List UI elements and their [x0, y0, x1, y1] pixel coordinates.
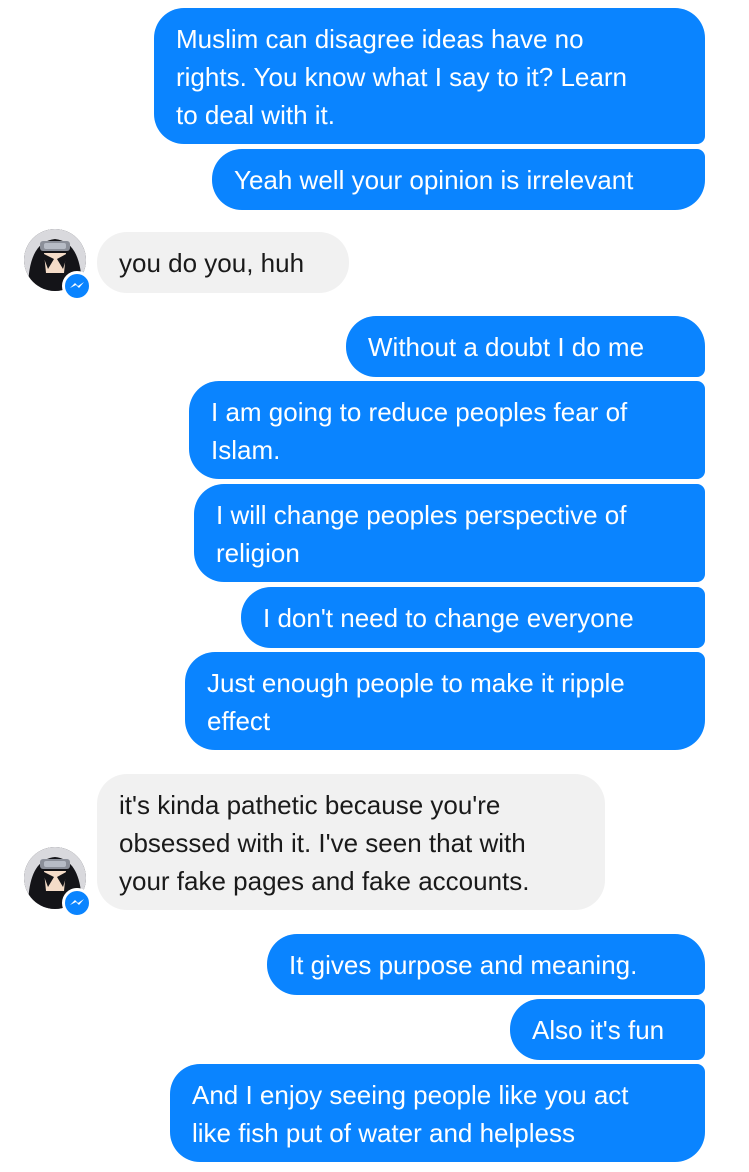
message-bubble-outgoing[interactable]: It gives purpose and meaning.	[267, 934, 705, 995]
message-bubble-outgoing[interactable]: Muslim can disagree ideas have no rights…	[154, 8, 705, 144]
message-bubble-outgoing[interactable]: I will change peoples perspective of rel…	[194, 484, 705, 582]
message-bubble-outgoing[interactable]: Yeah well your opinion is irrelevant	[212, 149, 705, 210]
messenger-icon	[62, 888, 92, 918]
message-bubble-outgoing[interactable]: I don't need to change everyone	[241, 587, 705, 648]
message-bubble-outgoing[interactable]: Just enough people to make it ripple eff…	[185, 652, 705, 750]
message-bubble-outgoing[interactable]: Without a doubt I do me	[346, 316, 705, 377]
message-bubble-outgoing[interactable]: And I enjoy seeing people like you act l…	[170, 1064, 705, 1162]
message-bubble-incoming[interactable]: it's kinda pathetic because you're obses…	[97, 774, 605, 910]
messenger-icon	[62, 271, 92, 301]
message-bubble-outgoing[interactable]: Also it's fun	[510, 999, 705, 1060]
message-bubble-outgoing[interactable]: I am going to reduce peoples fear of Isl…	[189, 381, 705, 479]
message-bubble-incoming[interactable]: you do you, huh	[97, 232, 349, 293]
